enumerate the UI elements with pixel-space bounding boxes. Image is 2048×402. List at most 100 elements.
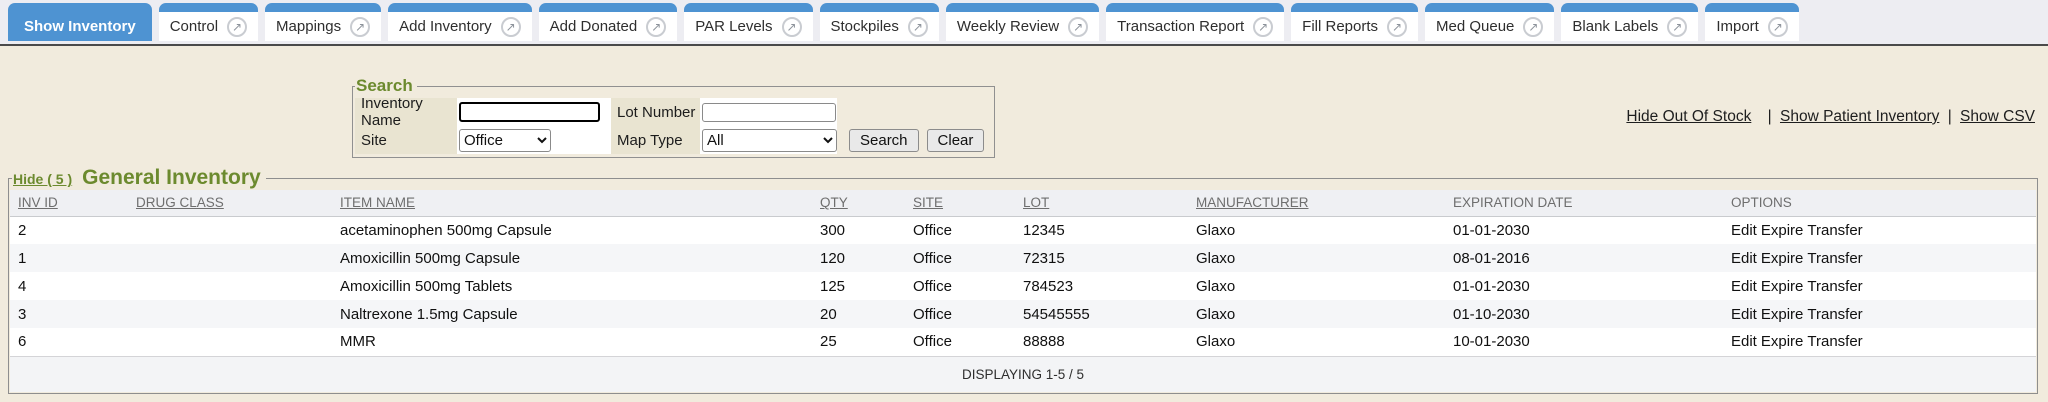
tab-mappings[interactable]: Mappings↗ bbox=[265, 3, 381, 41]
cell-options: EditExpireTransfer bbox=[1723, 300, 2036, 328]
cell-options: EditExpireTransfer bbox=[1723, 328, 2036, 356]
cell-item-name: Naltrexone 1.5mg Capsule bbox=[332, 300, 812, 328]
cell-manufacturer: Glaxo bbox=[1188, 272, 1445, 300]
edit-action[interactable]: Edit bbox=[1731, 222, 1757, 239]
edit-action[interactable]: Edit bbox=[1731, 306, 1757, 323]
transfer-action[interactable]: Transfer bbox=[1807, 278, 1862, 295]
tab-label: Stockpiles bbox=[831, 18, 899, 35]
col-manufacturer: MANUFACTURER bbox=[1188, 190, 1445, 216]
search-legend: Search bbox=[355, 76, 417, 96]
search-form: Inventory Name Lot Number Site Office Ma… bbox=[355, 98, 992, 154]
tab-par-levels[interactable]: PAR Levels↗ bbox=[684, 3, 812, 41]
expire-action[interactable]: Expire bbox=[1761, 222, 1804, 239]
cell-options: EditExpireTransfer bbox=[1723, 244, 2036, 272]
inventory-name-cell bbox=[457, 98, 611, 126]
transfer-action[interactable]: Transfer bbox=[1807, 250, 1862, 267]
col-drug-class: DRUG CLASS bbox=[128, 190, 332, 216]
cell-expiration-date: 01-01-2030 bbox=[1445, 272, 1723, 300]
inventory-name-label: Inventory Name bbox=[355, 98, 457, 126]
tab-label: Med Queue bbox=[1436, 18, 1514, 35]
col-expiration-date: EXPIRATION DATE bbox=[1445, 190, 1723, 216]
tab-label: Add Donated bbox=[550, 18, 638, 35]
sort-inv-id[interactable]: INV ID bbox=[18, 195, 58, 210]
transfer-action[interactable]: Transfer bbox=[1807, 222, 1862, 239]
cell-drug-class bbox=[128, 216, 332, 244]
sort-lot[interactable]: LOT bbox=[1023, 195, 1049, 210]
cell-drug-class bbox=[128, 272, 332, 300]
sort-drug-class[interactable]: DRUG CLASS bbox=[136, 195, 224, 210]
cell-lot: 72315 bbox=[1015, 244, 1188, 272]
transfer-action[interactable]: Transfer bbox=[1807, 333, 1862, 350]
expire-action[interactable]: Expire bbox=[1761, 333, 1804, 350]
tab-control[interactable]: Control ↗ bbox=[159, 3, 258, 41]
tab-stockpiles[interactable]: Stockpiles ↗ bbox=[820, 3, 939, 41]
tab-fill-reports[interactable]: Fill Reports↗ bbox=[1291, 3, 1418, 41]
tab-transaction-report[interactable]: Transaction Report↗ bbox=[1106, 3, 1284, 41]
tab-med-queue[interactable]: Med Queue ↗ bbox=[1425, 3, 1554, 41]
tab-label: Import bbox=[1716, 18, 1759, 35]
tab-import[interactable]: Import ↗ bbox=[1705, 3, 1799, 41]
table-row: 3 Naltrexone 1.5mg Capsule 20 Office 545… bbox=[10, 300, 2036, 328]
open-external-icon[interactable]: ↗ bbox=[227, 17, 247, 37]
show-patient-inventory-link[interactable]: Show Patient Inventory bbox=[1780, 108, 1939, 125]
tab-bar: Show Inventory Control ↗ Mappings↗ Add In… bbox=[0, 0, 2048, 46]
edit-action[interactable]: Edit bbox=[1731, 250, 1757, 267]
clear-button[interactable]: Clear bbox=[927, 129, 985, 152]
sort-site[interactable]: SITE bbox=[913, 195, 943, 210]
tab-accent-strip bbox=[159, 3, 258, 12]
edit-action[interactable]: Edit bbox=[1731, 333, 1757, 350]
sort-item-name[interactable]: ITEM NAME bbox=[340, 195, 415, 210]
open-external-icon[interactable]: ↗ bbox=[908, 17, 928, 37]
open-external-icon[interactable]: ↗ bbox=[782, 17, 802, 37]
col-inv-id: INV ID bbox=[10, 190, 128, 216]
cell-drug-class bbox=[128, 244, 332, 272]
expire-action[interactable]: Expire bbox=[1761, 306, 1804, 323]
open-external-icon[interactable]: ↗ bbox=[350, 17, 370, 37]
sort-qty[interactable]: QTY bbox=[820, 195, 848, 210]
tab-add-inventory[interactable]: Add Inventory ↗ bbox=[388, 3, 532, 41]
cell-item-name: Amoxicillin 500mg Tablets bbox=[332, 272, 812, 300]
search-button[interactable]: Search bbox=[849, 129, 919, 152]
open-external-icon[interactable]: ↗ bbox=[501, 17, 521, 37]
cell-qty: 25 bbox=[812, 328, 905, 356]
open-external-icon[interactable]: ↗ bbox=[1068, 17, 1088, 37]
map-type-select[interactable]: All bbox=[702, 129, 837, 152]
col-lot: LOT bbox=[1015, 190, 1188, 216]
sort-manufacturer[interactable]: MANUFACTURER bbox=[1196, 195, 1309, 210]
cell-expiration-date: 01-01-2030 bbox=[1445, 216, 1723, 244]
col-qty: QTY bbox=[812, 190, 905, 216]
tab-label: Control bbox=[170, 18, 218, 35]
tab-label: Blank Labels bbox=[1572, 18, 1658, 35]
show-csv-link[interactable]: Show CSV bbox=[1960, 108, 2035, 125]
site-select[interactable]: Office bbox=[459, 129, 551, 152]
expire-action[interactable]: Expire bbox=[1761, 278, 1804, 295]
hide-count-link[interactable]: Hide ( 5 ) bbox=[13, 171, 72, 187]
open-external-icon[interactable]: ↗ bbox=[1523, 17, 1543, 37]
cell-inv-id: 4 bbox=[10, 272, 128, 300]
cell-inv-id: 6 bbox=[10, 328, 128, 356]
open-external-icon[interactable]: ↗ bbox=[1667, 17, 1687, 37]
expire-action[interactable]: Expire bbox=[1761, 250, 1804, 267]
cell-drug-class bbox=[128, 328, 332, 356]
tab-weekly-review[interactable]: Weekly Review↗ bbox=[946, 3, 1099, 41]
transfer-action[interactable]: Transfer bbox=[1807, 306, 1862, 323]
inventory-name-input[interactable] bbox=[459, 102, 600, 122]
tab-add-donated[interactable]: Add Donated ↗ bbox=[539, 3, 678, 41]
hide-out-of-stock-link[interactable]: Hide Out Of Stock bbox=[1626, 108, 1751, 125]
cell-inv-id: 2 bbox=[10, 216, 128, 244]
lot-number-input[interactable] bbox=[702, 103, 836, 122]
open-external-icon[interactable]: ↗ bbox=[646, 17, 666, 37]
tab-label: Add Inventory bbox=[399, 18, 492, 35]
cell-manufacturer: Glaxo bbox=[1188, 216, 1445, 244]
tab-accent-strip bbox=[265, 3, 381, 12]
open-external-icon[interactable]: ↗ bbox=[1768, 17, 1788, 37]
paging-status: DISPLAYING 1-5 / 5 bbox=[10, 356, 2036, 392]
cell-qty: 300 bbox=[812, 216, 905, 244]
col-item-name: ITEM NAME bbox=[332, 190, 812, 216]
open-external-icon[interactable]: ↗ bbox=[1387, 17, 1407, 37]
cell-lot: 54545555 bbox=[1015, 300, 1188, 328]
tab-blank-labels[interactable]: Blank Labels ↗ bbox=[1561, 3, 1698, 41]
open-external-icon[interactable]: ↗ bbox=[1253, 17, 1273, 37]
edit-action[interactable]: Edit bbox=[1731, 278, 1757, 295]
tab-show-inventory[interactable]: Show Inventory bbox=[8, 3, 152, 41]
